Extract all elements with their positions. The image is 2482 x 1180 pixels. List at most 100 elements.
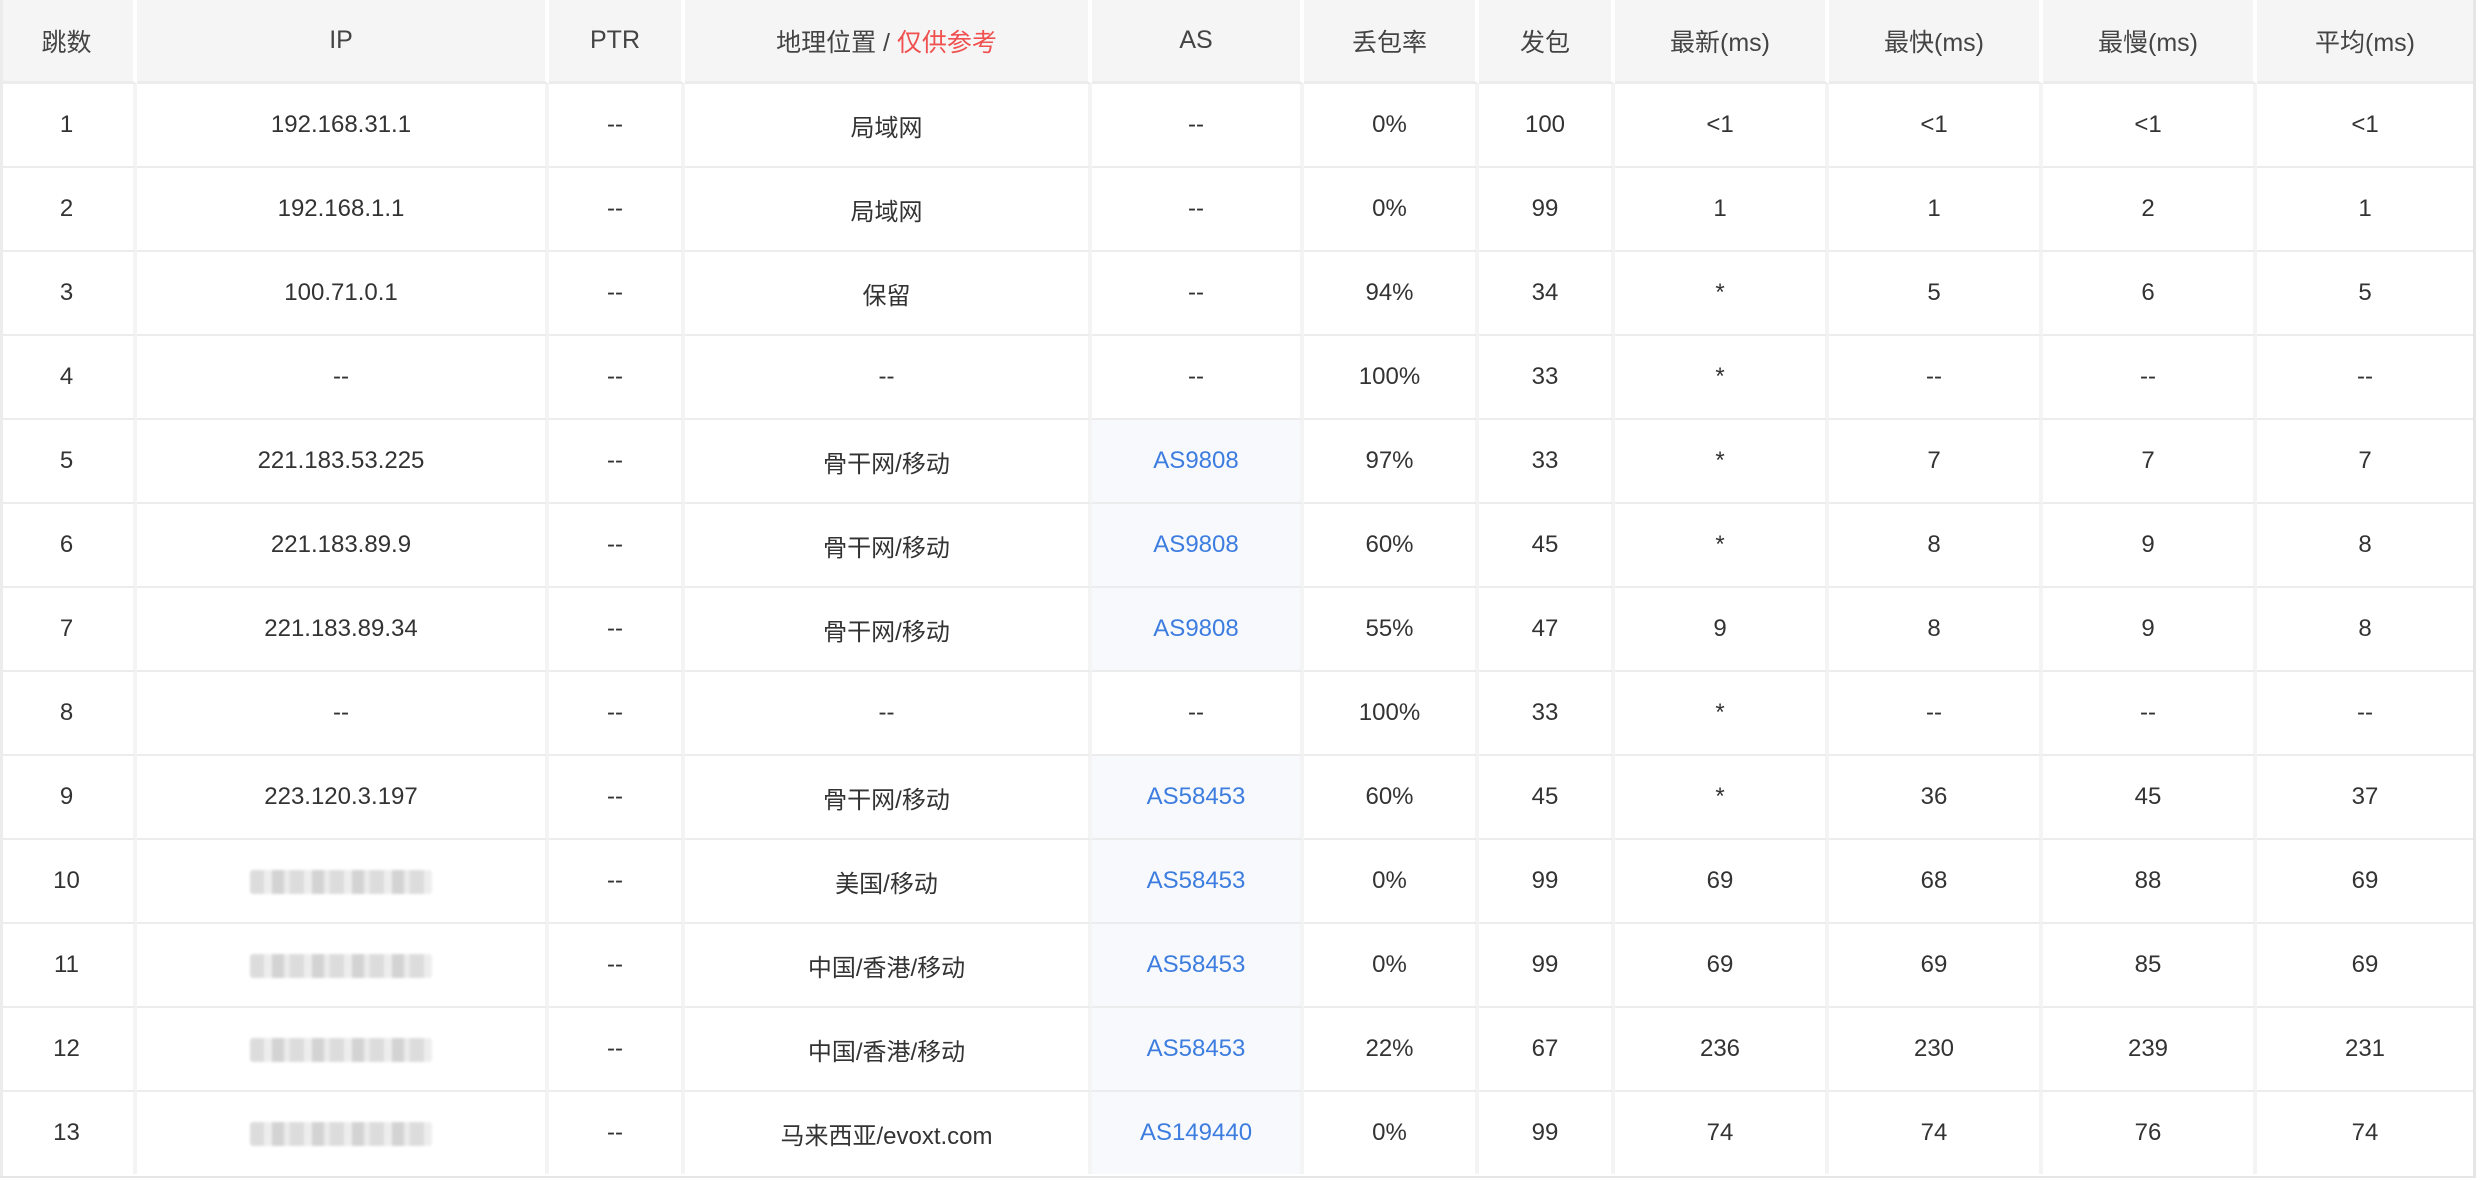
header-ptr[interactable]: PTR (549, 0, 685, 84)
cell-as: AS58453 (1092, 756, 1304, 840)
cell-geo: 局域网 (685, 84, 1092, 168)
cell-as: AS149440 (1092, 1092, 1304, 1174)
traceroute-results-table: 跳数 IP PTR 地理位置 / 仅供参考 AS 丢包率 发包 最新(ms) 最… (0, 0, 2473, 1174)
cell-as: -- (1092, 252, 1304, 336)
header-loss[interactable]: 丢包率 (1304, 0, 1479, 84)
cell-ip (137, 924, 549, 1008)
cell-best: 8 (1829, 504, 2043, 588)
as-number-link[interactable]: AS9808 (1153, 615, 1238, 642)
header-geo-note: 仅供参考 (896, 28, 997, 57)
cell-best: 8 (1829, 588, 2043, 672)
cell-loss: 100% (1304, 672, 1479, 756)
cell-best: 69 (1829, 924, 2043, 1008)
cell-as: -- (1092, 84, 1304, 168)
cell-ip: -- (137, 672, 549, 756)
cell-geo: -- (685, 672, 1092, 756)
cell-last: <1 (1615, 84, 1829, 168)
header-worst[interactable]: 最慢(ms) (2043, 0, 2257, 84)
cell-worst: -- (2043, 672, 2257, 756)
table-row: 1 192.168.31.1 -- 局域网 -- 0% 100 <1 <1 <1 <1 (0, 84, 2473, 168)
cell-sent: 45 (1479, 756, 1615, 840)
cell-best: -- (1829, 672, 2043, 756)
table-row: 7 221.183.89.34 -- 骨干网/移动 AS9808 55% 47 9 8 9 8 (0, 588, 2473, 672)
header-avg[interactable]: 平均(ms) (2257, 0, 2473, 84)
as-number-link[interactable]: AS149440 (1140, 1119, 1252, 1146)
table-row: 8 -- -- -- -- 100% 33 * -- -- -- (0, 672, 2473, 756)
header-as[interactable]: AS (1092, 0, 1304, 84)
cell-worst: 7 (2043, 420, 2257, 504)
table-row: 3 100.71.0.1 -- 保留 -- 94% 34 * 5 6 5 (0, 252, 2473, 336)
cell-ip: 192.168.31.1 (137, 84, 549, 168)
cell-last: * (1615, 756, 1829, 840)
as-number-link[interactable]: AS58453 (1147, 783, 1246, 810)
cell-ip: 221.183.89.34 (137, 588, 549, 672)
table-row: 11 -- 中国/香港/移动 AS58453 0% 99 69 69 85 69 (0, 924, 2473, 1008)
header-geo-separator: / (876, 28, 897, 57)
cell-sent: 34 (1479, 252, 1615, 336)
header-ip[interactable]: IP (137, 0, 549, 84)
cell-avg: 37 (2257, 756, 2473, 840)
as-number-link[interactable]: AS58453 (1147, 867, 1246, 894)
table-row: 10 -- 美国/移动 AS58453 0% 99 69 68 88 69 (0, 840, 2473, 924)
cell-hop: 11 (0, 924, 137, 1008)
cell-sent: 100 (1479, 84, 1615, 168)
cell-sent: 67 (1479, 1008, 1615, 1092)
cell-as: AS58453 (1092, 840, 1304, 924)
header-geo-label: 地理位置 (776, 28, 877, 57)
header-best[interactable]: 最快(ms) (1829, 0, 2043, 84)
table-row: 5 221.183.53.225 -- 骨干网/移动 AS9808 97% 33 * 7 7 7 (0, 420, 2473, 504)
cell-geo: 美国/移动 (685, 840, 1092, 924)
cell-ip: 223.120.3.197 (137, 756, 549, 840)
cell-last: 1 (1615, 168, 1829, 252)
cell-sent: 99 (1479, 1092, 1615, 1174)
cell-ptr: -- (549, 1092, 685, 1174)
cell-worst: 85 (2043, 924, 2257, 1008)
as-number-link[interactable]: AS58453 (1147, 951, 1246, 978)
cell-avg: 69 (2257, 924, 2473, 1008)
cell-geo: -- (685, 336, 1092, 420)
header-sent[interactable]: 发包 (1479, 0, 1615, 84)
cell-loss: 0% (1304, 168, 1479, 252)
cell-ptr: -- (549, 1008, 685, 1092)
cell-as: -- (1092, 672, 1304, 756)
cell-worst: 9 (2043, 504, 2257, 588)
cell-geo: 中国/香港/移动 (685, 924, 1092, 1008)
cell-avg: 231 (2257, 1008, 2473, 1092)
cell-ptr: -- (549, 756, 685, 840)
cell-sent: 99 (1479, 924, 1615, 1008)
cell-avg: 8 (2257, 588, 2473, 672)
cell-hop: 5 (0, 420, 137, 504)
header-geo[interactable]: 地理位置 / 仅供参考 (685, 0, 1092, 84)
cell-as: AS9808 (1092, 420, 1304, 504)
cell-sent: 45 (1479, 504, 1615, 588)
table-header: 跳数 IP PTR 地理位置 / 仅供参考 AS 丢包率 发包 最新(ms) 最… (0, 0, 2473, 84)
cell-avg: 74 (2351, 1119, 2379, 1146)
cell-worst: <1 (2043, 84, 2257, 168)
cell-worst: 239 (2043, 1008, 2257, 1092)
cell-hop: 12 (0, 1008, 137, 1092)
as-number-link[interactable]: AS58453 (1147, 1035, 1246, 1062)
cell-last: 236 (1615, 1008, 1829, 1092)
cell-hop: 7 (0, 588, 137, 672)
cell-ptr: -- (549, 252, 685, 336)
cell-worst: -- (2043, 336, 2257, 420)
masked-ip (250, 869, 432, 894)
as-number-link[interactable]: AS9808 (1153, 531, 1238, 558)
header-last[interactable]: 最新(ms) (1615, 0, 1829, 84)
table-row: 6 221.183.89.9 -- 骨干网/移动 AS9808 60% 45 * 8 9 8 (0, 504, 2473, 588)
cell-avg: -- (2257, 672, 2473, 756)
cell-worst: 45 (2043, 756, 2257, 840)
cell-ptr: -- (549, 840, 685, 924)
cell-hop: 2 (0, 168, 137, 252)
cell-ptr: -- (549, 504, 685, 588)
cell-hop: 8 (0, 672, 137, 756)
cell-ptr: -- (549, 336, 685, 420)
cell-hop: 3 (0, 252, 137, 336)
cell-hop: 1 (0, 84, 137, 168)
as-number-link[interactable]: AS9808 (1153, 447, 1238, 474)
cell-loss: 0% (1304, 84, 1479, 168)
cell-loss: 100% (1304, 336, 1479, 420)
header-hop[interactable]: 跳数 (0, 0, 137, 84)
cell-loss: 22% (1304, 1008, 1479, 1092)
cell-hop: 4 (0, 336, 137, 420)
